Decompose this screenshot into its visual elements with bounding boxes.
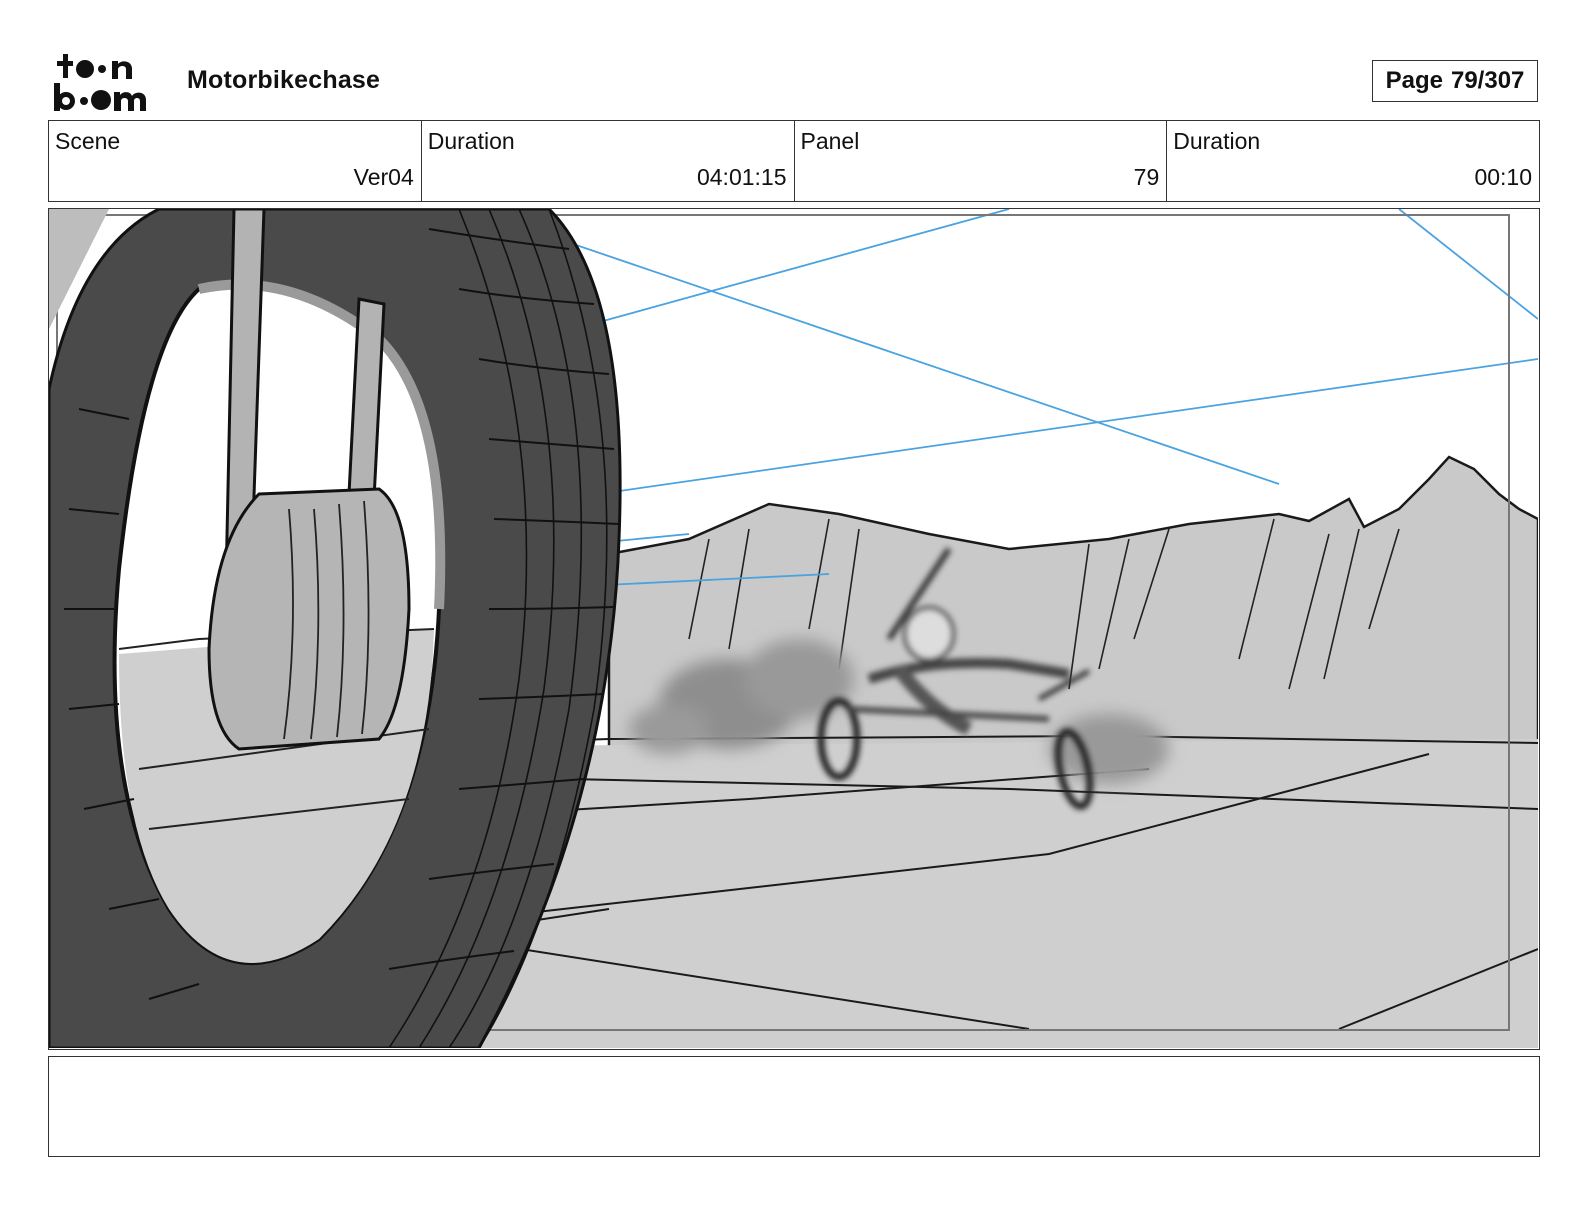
storyboard-sketch [49, 209, 1538, 1048]
panel-cell: Panel 79 [795, 121, 1168, 201]
panel-duration-label: Duration [1173, 128, 1261, 154]
scene-label: Scene [55, 128, 121, 154]
scene-duration-value: 04:01:15 [696, 164, 787, 190]
scene-duration-cell: Duration 04:01:15 [422, 121, 795, 201]
panel-notes-box [48, 1056, 1540, 1157]
panel-value: 79 [1133, 164, 1160, 190]
panel-label: Panel [800, 128, 860, 154]
project-title: Motorbikechase [187, 66, 381, 94]
panel-duration-value: 00:10 [1474, 164, 1532, 190]
panel-info-table: Scene Ver04 Duration 04:01:15 Panel 79 D… [48, 120, 1540, 202]
scene-value: Ver04 [353, 164, 414, 190]
storyboard-panel [48, 208, 1540, 1050]
scene-duration-label: Duration [427, 128, 515, 154]
scene-cell: Scene Ver04 [49, 121, 422, 201]
page-label: Page [1385, 67, 1443, 94]
foreground-wheel [49, 209, 622, 1048]
toonboom-logo [52, 52, 164, 112]
page-indicator: Page 79/307 [1372, 60, 1538, 102]
page-number: 79/307 [1450, 67, 1525, 94]
panel-duration-cell: Duration 00:10 [1167, 121, 1539, 201]
